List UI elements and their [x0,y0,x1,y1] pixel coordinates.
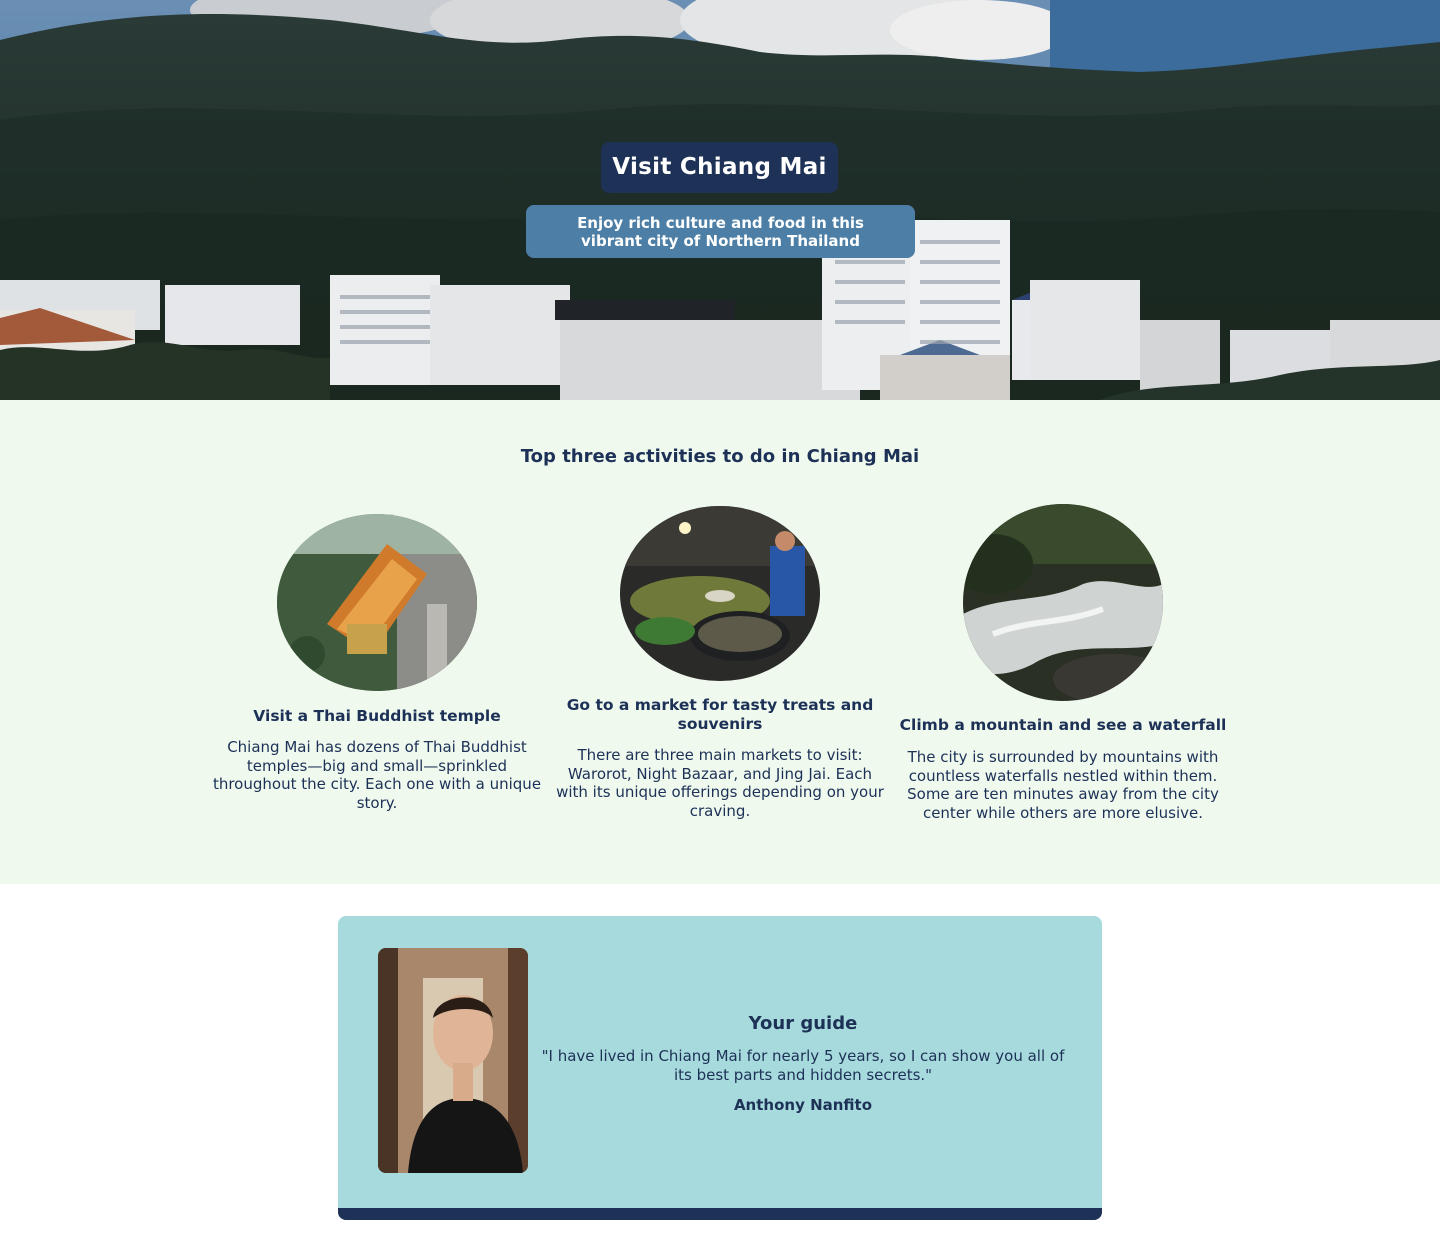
activities-heading: Top three activities to do in Chiang Mai [520,446,920,467]
hero-subtitle: Enjoy rich culture and food in this vibr… [526,205,915,258]
activity-description-market: There are three main markets to visit: W… [556,746,884,820]
activity-title-waterfall: Climb a mountain and see a waterfall [899,716,1227,734]
temple-photo [277,514,477,691]
guide-quote: "I have lived in Chiang Mai for nearly 5… [541,1047,1065,1084]
guide-portrait [378,948,528,1173]
waterfall-photo [963,504,1163,701]
activity-title-temple: Visit a Thai Buddhist temple [253,707,501,725]
activity-description-waterfall: The city is surrounded by mountains with… [907,748,1219,822]
guide-name: Anthony Nanfito [733,1096,873,1114]
activity-description-temple: Chiang Mai has dozens of Thai Buddhist t… [212,738,542,812]
guide-heading: Your guide [748,1013,858,1034]
market-photo [620,506,820,681]
activity-title-market: Go to a market for tasty treats and souv… [566,696,874,733]
activity-card-waterfall: Climb a mountain and see a waterfall The… [898,504,1228,822]
activity-card-market: Go to a market for tasty treats and souv… [556,506,884,820]
hero-title: Visit Chiang Mai [601,142,838,193]
guide-card: Your guide "I have lived in Chiang Mai f… [338,916,1102,1220]
activity-card-temple: Visit a Thai Buddhist temple Chiang Mai … [212,514,542,814]
hero-banner: Visit Chiang Mai Enjoy rich culture and … [0,0,1440,400]
hero-city-mountain-image [0,0,1440,400]
guide-card-bottom-bar [338,1208,1102,1220]
